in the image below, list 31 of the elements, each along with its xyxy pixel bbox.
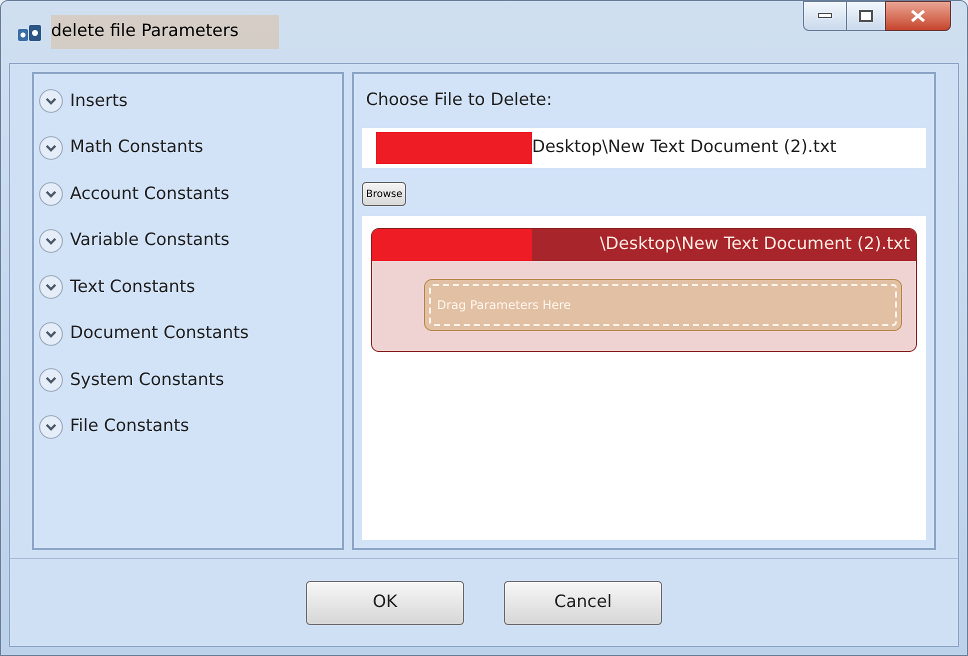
category-item[interactable]: Text Constants [38, 264, 342, 310]
browse-button[interactable]: Browse [362, 182, 406, 206]
chevron-icon [38, 181, 64, 208]
maximize-icon [859, 10, 873, 22]
category-item[interactable]: File Constants [38, 404, 342, 450]
field-label: Choose File to Delete: [366, 89, 554, 112]
chevron-icon [38, 367, 64, 394]
category-item[interactable]: Inserts [38, 78, 342, 124]
category-item[interactable]: System Constants [38, 357, 342, 404]
block-title: \Desktop\New Text Document (2).txt [600, 233, 911, 256]
maximize-button[interactable] [847, 1, 885, 31]
category-item[interactable]: Document Constants [38, 310, 342, 357]
chevron-icon [38, 320, 64, 347]
chevron-icon [38, 134, 64, 161]
dialog-button[interactable]: Cancel [504, 580, 662, 624]
dialog-button[interactable]: OK [306, 580, 464, 624]
category-item[interactable]: Math Constants [38, 124, 342, 171]
close-icon [910, 9, 926, 23]
path-value: Desktop\New Text Document (2).txt [532, 136, 836, 160]
minimize-button[interactable] [803, 1, 847, 31]
drop-zone-hint: Drag Parameters Here [437, 297, 571, 314]
chevron-icon [38, 88, 64, 114]
chevron-icon [38, 274, 64, 300]
window-title: delete file Parameters [51, 15, 279, 49]
path-field[interactable]: Desktop\New Text Document (2).txt [362, 128, 926, 168]
category-item[interactable]: Variable Constants [38, 218, 342, 264]
chevron-icon [38, 414, 64, 440]
chevron-icon [38, 228, 64, 254]
category-item[interactable]: Account Constants [38, 171, 342, 218]
minimize-icon [818, 13, 832, 19]
close-button[interactable] [885, 1, 951, 31]
